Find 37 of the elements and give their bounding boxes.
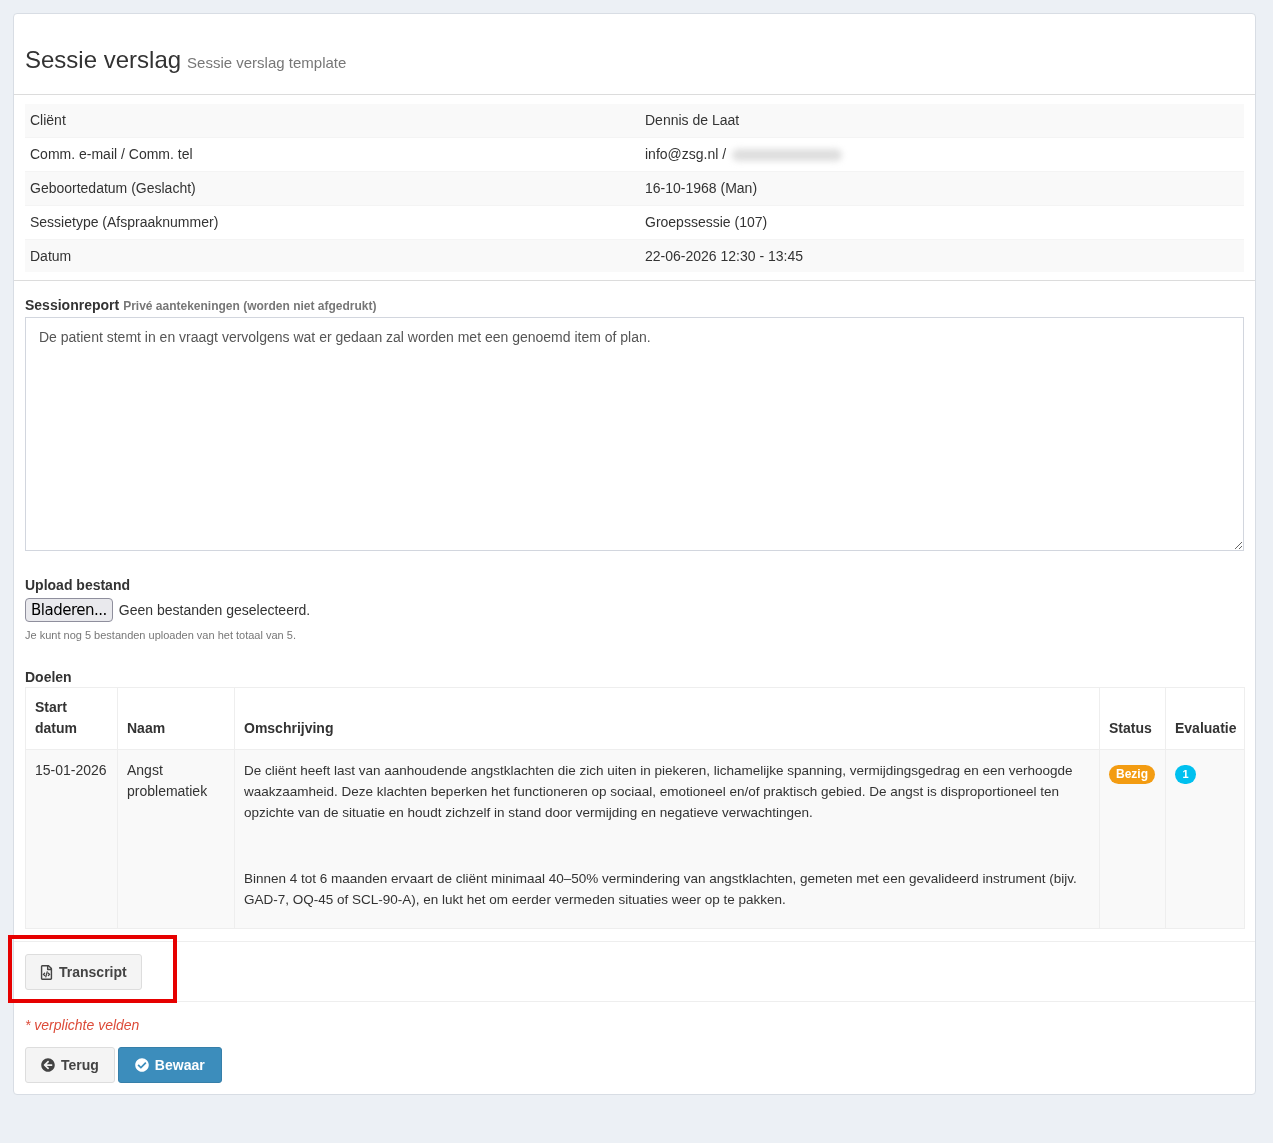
arrow-left-icon	[41, 1058, 55, 1073]
info-value: 16-10-1968 (Man)	[645, 179, 758, 198]
page-subtitle: Sessie verslag template	[187, 53, 347, 73]
status-badge: Bezig	[1109, 765, 1155, 785]
column-header: Status	[1099, 688, 1166, 750]
field-label: Upload bestand	[25, 576, 130, 595]
info-label: Comm. e-mail / Comm. tel	[30, 146, 193, 163]
table-cell: 15-01-2026	[25, 750, 118, 929]
info-label: Datum	[30, 247, 72, 264]
help-text: Je kunt nog 5 bestanden uploaden van het totaal van 5.	[25, 628, 296, 644]
field-label: Sessionreport	[25, 296, 120, 316]
goal-description: De cliënt heeft last van aanhoudende angstklachten die zich uiten in piekeren, lichamelijke spanning, vermijdingsgedrag en een verhoogde waakzaamheid. Deze klachten beperken het functioneren op sociaal, emotioneel en/of praktisch gebied. De angst is disproportioneel ten opzichte van de situatie en houdt zichzelf in stand door vermijding en negatieve verwachtingen.	[244, 762, 1074, 823]
section-title: Doelen	[25, 668, 72, 687]
column-header: Naam	[117, 688, 235, 750]
count-badge: 1	[1175, 765, 1196, 785]
code-file-icon	[40, 965, 53, 980]
table-cell: Angst problematiek	[117, 750, 235, 929]
goal-description: Binnen 4 tot 6 maanden ervaart de cliënt minimaal 40–50% vermindering van angstklachten, gemeten met een gevalideerd instrument (bijv. GAD-7, OQ-45 of SCL-90-A), en lukt het om eerder vermeden situaties weer op te pakken.	[244, 870, 1078, 910]
info-label: Cliënt	[30, 111, 66, 128]
info-value: Groepssessie (107)	[645, 212, 768, 232]
back-button[interactable]: Terug	[25, 1047, 115, 1084]
column-header: Omschrijving	[234, 688, 1100, 750]
save-button[interactable]: Bewaar	[117, 1047, 222, 1084]
info-value: Dennis de Laat	[645, 110, 740, 130]
required-fields-note: * verplichte velden	[25, 1016, 140, 1035]
page-title: Sessie verslag	[25, 45, 182, 74]
field-note: Privé aantekeningen (worden niet afgedrukt)	[123, 298, 377, 316]
info-label: Sessietype (Afspraaknummer)	[30, 213, 219, 230]
info-value: info@zsg.nl /	[645, 145, 727, 165]
transcript-button[interactable]: Transcript	[25, 954, 142, 991]
info-value: 22-06-2026 12:30 - 13:45	[645, 246, 803, 266]
info-label: Geboortedatum (Geslacht)	[30, 180, 196, 196]
browse-button[interactable]: Bladeren...	[25, 598, 113, 623]
session-report-field[interactable]: De patient stemt in en vraagt vervolgens wat er gedaan zal worden met een genoemd item of plan.	[25, 317, 1244, 552]
column-header: Evaluatie	[1165, 688, 1245, 750]
file-status: Geen bestanden geselecteerd.	[118, 601, 311, 620]
column-header: Start datum	[25, 688, 118, 750]
